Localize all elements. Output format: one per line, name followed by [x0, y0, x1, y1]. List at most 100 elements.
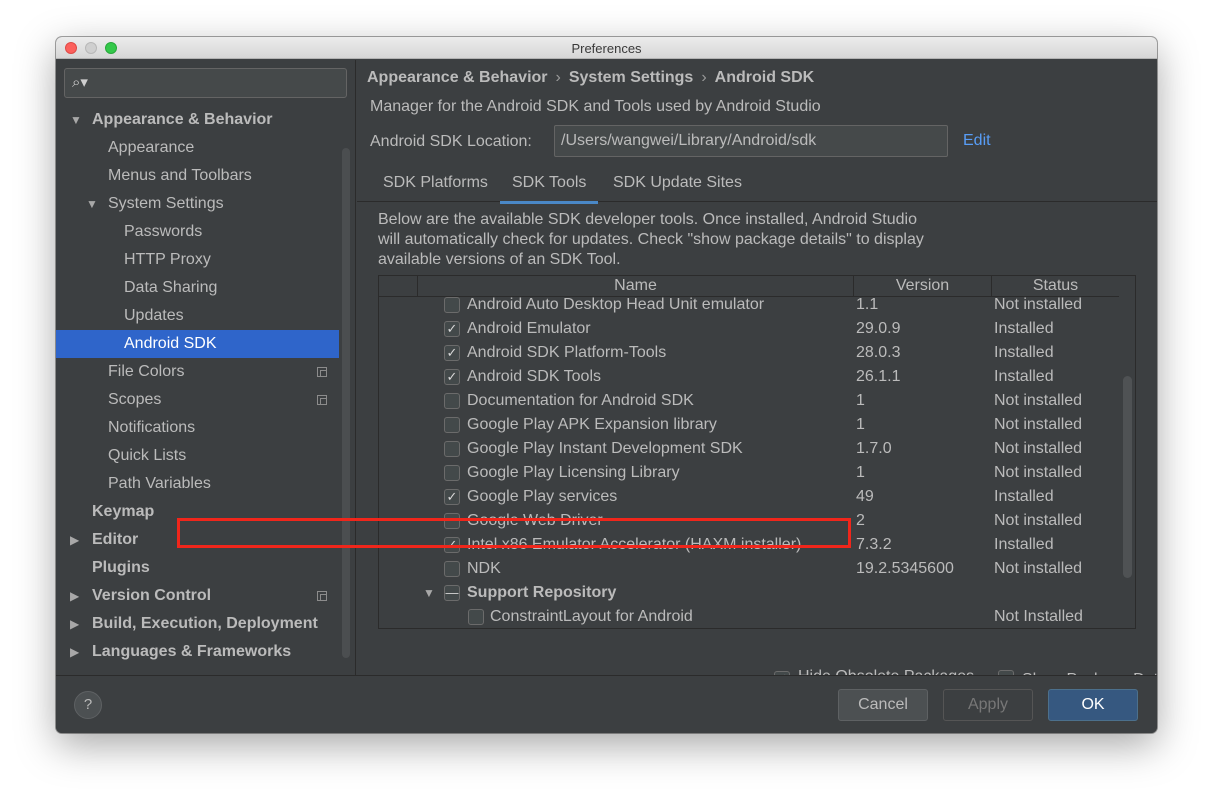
help-button[interactable]: ? — [74, 691, 102, 719]
breadcrumb: Appearance & Behavior › System Settings › An… — [367, 69, 814, 87]
row-checkbox[interactable] — [444, 441, 460, 457]
apply-button[interactable]: Apply — [943, 689, 1033, 721]
window-title: Preferences — [571, 41, 642, 56]
sidebar-item-appearance-behavior[interactable]: ▼ Appearance & Behavior — [56, 106, 339, 134]
sidebar-item-languages-frameworks[interactable]: ▶ Languages & Frameworks — [56, 638, 339, 666]
table-row[interactable]: ✓ Android SDK Tools 26.1.1 Installed — [379, 365, 1119, 389]
cell-status: Installed — [994, 320, 1054, 337]
cell-version: 1.1 — [856, 296, 879, 313]
sidebar-item-label: Plugins — [92, 559, 150, 576]
table-row[interactable]: ✓ Android Emulator 29.0.9 Installed — [379, 317, 1119, 341]
cell-version: 1.7.0 — [856, 440, 892, 457]
expand-arrow-icon[interactable]: ▼ — [86, 190, 98, 218]
row-checkbox[interactable]: ✓ — [444, 321, 460, 337]
table-row[interactable]: Android Auto Desktop Head Unit emulator 1… — [379, 293, 1119, 317]
sidebar-item-version-control[interactable]: ▶ Version Control — [56, 582, 339, 610]
breadcrumb-separator-icon: › — [555, 69, 561, 86]
sidebar-item-label: Quick Lists — [108, 447, 187, 464]
sidebar-item-path-variables[interactable]: Path Variables — [56, 470, 339, 498]
sidebar-item-updates[interactable]: Updates — [56, 302, 339, 330]
row-checkbox[interactable] — [444, 393, 460, 409]
sidebar-item-data-sharing[interactable]: Data Sharing — [56, 274, 339, 302]
cell-version: 2 — [856, 512, 865, 529]
row-checkbox[interactable] — [444, 465, 460, 481]
table-row[interactable]: ✓ Intel x86 Emulator Accelerator (HAXM in… — [379, 533, 1119, 557]
sidebar-item-notifications[interactable]: Notifications — [56, 414, 339, 442]
expand-arrow-icon[interactable]: ▼ — [423, 581, 435, 605]
info-line: Below are the available SDK developer to… — [378, 211, 917, 228]
table-row[interactable]: ConstraintLayout for Android Not Installe… — [379, 605, 1119, 628]
cell-status: Not installed — [994, 464, 1083, 481]
table-row[interactable]: ✓ Android SDK Platform-Tools 28.0.3 Install… — [379, 341, 1119, 365]
tab-sdk-platforms[interactable]: SDK Platforms — [383, 174, 488, 192]
panel-description: Manager for the Android SDK and Tools us… — [370, 98, 821, 115]
settings-search-input[interactable]: ⌕▾ — [64, 68, 347, 98]
row-checkbox[interactable] — [444, 297, 460, 313]
sdk-location-label: Android SDK Location: — [370, 133, 532, 150]
table-scrollbar[interactable] — [1123, 376, 1132, 578]
cell-status: Not installed — [994, 512, 1083, 529]
sidebar-item-scopes[interactable]: Scopes — [56, 386, 339, 414]
tab-sdk-tools[interactable]: SDK Tools — [499, 174, 599, 204]
table-row[interactable]: Google Play Licensing Library 1 Not instal… — [379, 461, 1119, 485]
table-row[interactable]: Google Play APK Expansion library 1 Not in… — [379, 413, 1119, 437]
collapse-arrow-icon[interactable]: ▶ — [70, 582, 79, 610]
sidebar-item-android-sdk[interactable]: Android SDK — [56, 330, 339, 358]
cell-version: 1 — [856, 464, 865, 481]
sidebar-item-label: Appearance — [108, 139, 195, 156]
row-checkbox[interactable] — [468, 609, 484, 625]
expand-arrow-icon[interactable]: ▼ — [70, 106, 82, 134]
row-checkbox[interactable]: ✓ — [444, 369, 460, 385]
row-checkbox[interactable]: ✓ — [444, 489, 460, 505]
sidebar-item-system-settings[interactable]: ▼ System Settings — [56, 190, 339, 218]
ok-button[interactable]: OK — [1048, 689, 1138, 721]
table-group-row[interactable]: ▼ — Support Repository — [379, 581, 1119, 605]
table-row[interactable]: Documentation for Android SDK 1 Not instal… — [379, 389, 1119, 413]
sidebar-item-label: Android SDK — [124, 335, 217, 352]
row-checkbox[interactable]: ✓ — [444, 537, 460, 553]
sidebar-item-build-execution-deployment[interactable]: ▶ Build, Execution, Deployment — [56, 610, 339, 638]
sidebar-item-quick-lists[interactable]: Quick Lists — [56, 442, 339, 470]
sidebar-item-plugins[interactable]: Plugins — [56, 554, 339, 582]
sidebar-item-http-proxy[interactable]: HTTP Proxy — [56, 246, 339, 274]
cell-status: Not installed — [994, 560, 1083, 577]
collapse-arrow-icon[interactable]: ▶ — [70, 526, 79, 554]
sidebar-item-label: Languages & Frameworks — [92, 643, 292, 660]
sidebar-item-editor[interactable]: ▶ Editor — [56, 526, 339, 554]
row-checkbox[interactable] — [444, 561, 460, 577]
collapse-arrow-icon[interactable]: ▶ — [70, 638, 79, 666]
cell-status: Not installed — [994, 440, 1083, 457]
cell-status: Installed — [994, 344, 1054, 361]
breadcrumb-item[interactable]: Appearance & Behavior — [367, 69, 548, 86]
sidebar-item-passwords[interactable]: Passwords — [56, 218, 339, 246]
edit-location-link[interactable]: Edit — [963, 132, 991, 150]
sidebar-item-keymap[interactable]: Keymap — [56, 498, 339, 526]
android-sdk-panel: Appearance & Behavior › System Settings › An… — [357, 60, 1157, 688]
tab-sdk-update-sites[interactable]: SDK Update Sites — [613, 174, 742, 192]
copy-icon — [317, 591, 327, 601]
sidebar-item-menus-and-toolbars[interactable]: Menus and Toolbars — [56, 162, 339, 190]
cell-status: Not installed — [994, 296, 1083, 313]
collapse-arrow-icon[interactable]: ▶ — [70, 610, 79, 638]
dialog-footer: ? Cancel Apply OK — [56, 675, 1157, 733]
cell-version: 29.0.9 — [856, 320, 901, 337]
cell-name: Google Play APK Expansion library — [467, 416, 717, 433]
breadcrumb-item[interactable]: System Settings — [569, 69, 693, 86]
table-row[interactable]: ✓ Google Play services 49 Installed — [379, 485, 1119, 509]
row-checkbox[interactable] — [444, 417, 460, 433]
row-checkbox[interactable]: — — [444, 585, 460, 601]
row-checkbox[interactable] — [444, 513, 460, 529]
table-row[interactable]: Google Web Driver 2 Not installed — [379, 509, 1119, 533]
sidebar-item-label: Path Variables — [108, 475, 211, 492]
cell-status: Not Installed — [994, 608, 1083, 625]
table-row[interactable]: NDK 19.2.5345600 Not installed — [379, 557, 1119, 581]
cancel-button[interactable]: Cancel — [838, 689, 928, 721]
sidebar-item-file-colors[interactable]: File Colors — [56, 358, 339, 386]
sidebar-item-appearance[interactable]: Appearance — [56, 134, 339, 162]
breadcrumb-item[interactable]: Android SDK — [715, 69, 815, 86]
row-checkbox[interactable]: ✓ — [444, 345, 460, 361]
sidebar-scrollbar[interactable] — [342, 148, 350, 658]
sdk-location-field[interactable]: /Users/wangwei/Library/Android/sdk — [554, 125, 948, 157]
sidebar-item-label: HTTP Proxy — [124, 251, 211, 268]
table-row[interactable]: Google Play Instant Development SDK 1.7.0… — [379, 437, 1119, 461]
